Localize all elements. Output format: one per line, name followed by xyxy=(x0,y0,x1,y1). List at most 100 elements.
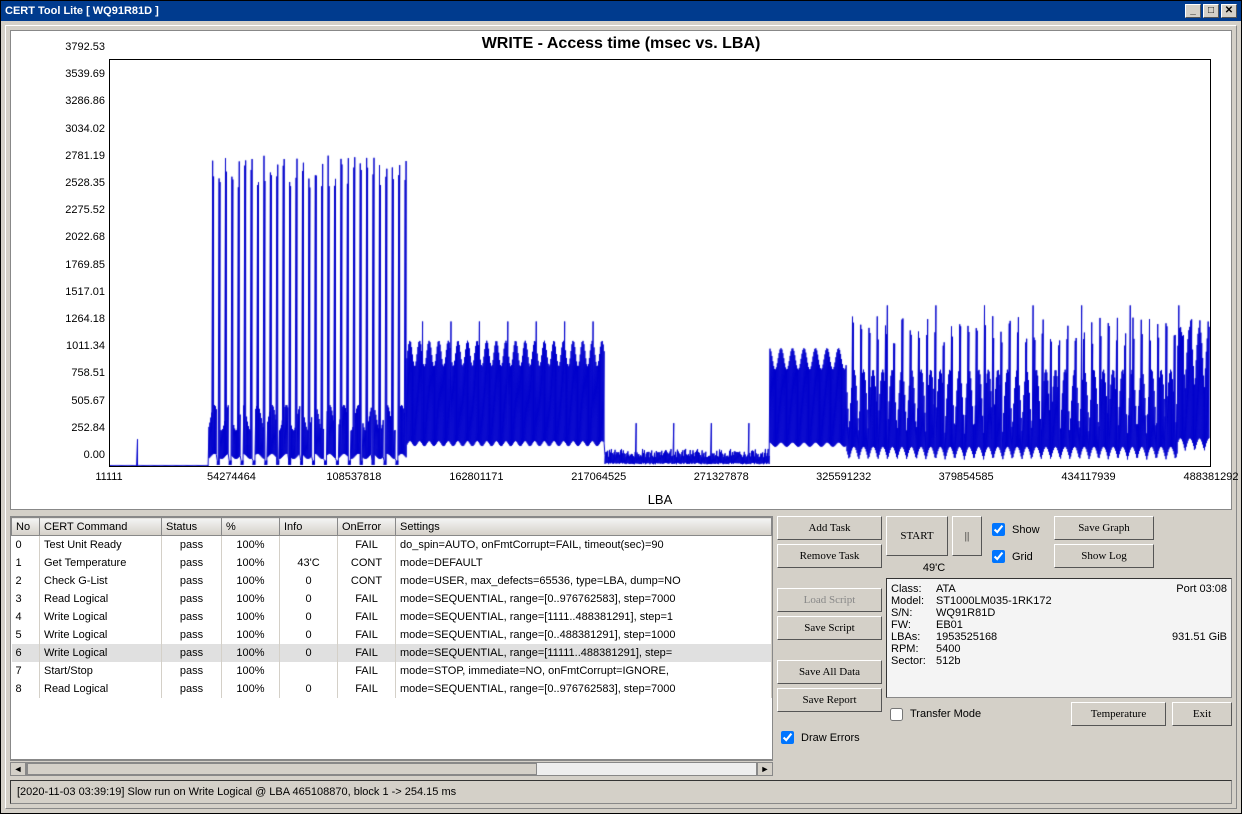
lower-panel: NoCERT CommandStatus%InfoOnErrorSettings… xyxy=(10,516,1232,776)
cell: 0 xyxy=(280,572,338,590)
table-row[interactable]: 3Read Logicalpass100%0FAILmode=SEQUENTIA… xyxy=(12,590,772,608)
cell: mode=STOP, immediate=NO, onFmtCorrupt=IG… xyxy=(396,662,772,680)
cell: CONT xyxy=(338,572,396,590)
cell: CONT xyxy=(338,554,396,572)
grid-checkbox[interactable]: Grid xyxy=(988,547,1048,566)
draw-errors-checkbox[interactable]: Draw Errors xyxy=(777,728,882,747)
x-tick: 54274464 xyxy=(207,471,256,483)
temperature-button[interactable]: Temperature xyxy=(1071,702,1166,726)
cell: 100% xyxy=(222,626,280,644)
x-tick: 271327878 xyxy=(694,471,749,483)
client-area: WRITE - Access time (msec vs. LBA) 0.002… xyxy=(5,25,1237,809)
cell: Get Temperature xyxy=(40,554,162,572)
table-row[interactable]: 5Write Logicalpass100%0FAILmode=SEQUENTI… xyxy=(12,626,772,644)
column-header[interactable]: No xyxy=(12,518,40,536)
cell: 100% xyxy=(222,536,280,554)
y-tick: 2781.19 xyxy=(65,150,105,162)
grid-input[interactable] xyxy=(992,550,1005,563)
y-tick: 3286.86 xyxy=(65,95,105,107)
add-task-button[interactable]: Add Task xyxy=(777,516,882,540)
cell: 3 xyxy=(12,590,40,608)
cell: 4 xyxy=(12,608,40,626)
x-axis-label: LBA xyxy=(109,492,1211,507)
cell: pass xyxy=(162,608,222,626)
y-axis: 0.00252.84505.67758.511011.341264.181517… xyxy=(11,59,107,467)
cell: 0 xyxy=(280,590,338,608)
command-panel: NoCERT CommandStatus%InfoOnErrorSettings… xyxy=(10,516,773,776)
x-tick: 434117939 xyxy=(1061,471,1115,483)
x-tick: 11111 xyxy=(95,471,122,483)
minimize-button[interactable]: _ xyxy=(1185,4,1201,18)
scroll-left-icon[interactable]: ◄ xyxy=(10,762,26,776)
save-report-button[interactable]: Save Report xyxy=(777,688,882,712)
table-body[interactable]: 0Test Unit Readypass100%FAILdo_spin=AUTO… xyxy=(12,536,772,698)
scroll-track[interactable] xyxy=(26,762,757,776)
cell: pass xyxy=(162,572,222,590)
cell: 2 xyxy=(12,572,40,590)
cell: 1 xyxy=(12,554,40,572)
table-row[interactable]: 6Write Logicalpass100%0FAILmode=SEQUENTI… xyxy=(12,644,772,662)
cell: pass xyxy=(162,626,222,644)
cell: 100% xyxy=(222,572,280,590)
y-tick: 1011.34 xyxy=(66,340,105,352)
cell: mode=USER, max_defects=65536, type=LBA, … xyxy=(396,572,772,590)
y-tick: 1517.01 xyxy=(65,286,105,298)
close-button[interactable]: ✕ xyxy=(1221,4,1237,18)
table-row[interactable]: 4Write Logicalpass100%0FAILmode=SEQUENTI… xyxy=(12,608,772,626)
y-tick: 3539.69 xyxy=(65,68,105,80)
remove-task-button[interactable]: Remove Task xyxy=(777,544,882,568)
maximize-button[interactable]: □ xyxy=(1203,4,1219,18)
chart-title: WRITE - Access time (msec vs. LBA) xyxy=(11,35,1231,53)
x-tick: 379854585 xyxy=(939,471,994,483)
draw-errors-input[interactable] xyxy=(781,731,794,744)
cell: 100% xyxy=(222,680,280,698)
table-row[interactable]: 0Test Unit Readypass100%FAILdo_spin=AUTO… xyxy=(12,536,772,554)
x-tick: 325591232 xyxy=(816,471,871,483)
show-checkbox[interactable]: Show xyxy=(988,520,1048,539)
start-button[interactable]: START xyxy=(886,516,948,556)
cell: Read Logical xyxy=(40,590,162,608)
cell: Write Logical xyxy=(40,644,162,662)
cell: FAIL xyxy=(338,680,396,698)
column-header[interactable]: % xyxy=(222,518,280,536)
cell: 100% xyxy=(222,554,280,572)
column-header[interactable]: OnError xyxy=(338,518,396,536)
cell: 43'C xyxy=(280,554,338,572)
command-table[interactable]: NoCERT CommandStatus%InfoOnErrorSettings… xyxy=(10,516,773,760)
x-axis: 1111154274464108537818162801171217064525… xyxy=(109,469,1211,509)
show-log-button[interactable]: Show Log xyxy=(1054,544,1154,568)
save-all-data-button[interactable]: Save All Data xyxy=(777,660,882,684)
transfer-mode-checkbox[interactable]: Transfer Mode xyxy=(886,705,981,724)
pause-button[interactable]: || xyxy=(952,516,982,556)
table-row[interactable]: 2Check G-Listpass100%0CONTmode=USER, max… xyxy=(12,572,772,590)
table-row[interactable]: 7Start/Stoppass100%FAILmode=STOP, immedi… xyxy=(12,662,772,680)
save-script-button[interactable]: Save Script xyxy=(777,616,882,640)
scroll-right-icon[interactable]: ► xyxy=(757,762,773,776)
column-header[interactable]: Info xyxy=(280,518,338,536)
titlebar: CERT Tool Lite [ WQ91R81D ] _ □ ✕ xyxy=(1,1,1241,21)
cell: Write Logical xyxy=(40,608,162,626)
transfer-mode-input[interactable] xyxy=(890,708,903,721)
table-row[interactable]: 1Get Temperaturepass100%43'CCONTmode=DEF… xyxy=(12,554,772,572)
cell: 0 xyxy=(280,626,338,644)
load-script-button[interactable]: Load Script xyxy=(777,588,882,612)
task-buttons: Add Task Remove Task Load Script Save Sc… xyxy=(777,516,882,776)
exit-button[interactable]: Exit xyxy=(1172,702,1232,726)
column-header[interactable]: Settings xyxy=(396,518,772,536)
cell: pass xyxy=(162,536,222,554)
horizontal-scrollbar[interactable]: ◄ ► xyxy=(10,760,773,776)
y-tick: 1264.18 xyxy=(65,313,105,325)
cell: 100% xyxy=(222,662,280,680)
column-header[interactable]: Status xyxy=(162,518,222,536)
cell: pass xyxy=(162,590,222,608)
show-input[interactable] xyxy=(992,523,1005,536)
cell: Check G-List xyxy=(40,572,162,590)
scroll-thumb[interactable] xyxy=(27,763,537,775)
cell xyxy=(280,662,338,680)
control-panel: Add Task Remove Task Load Script Save Sc… xyxy=(777,516,1232,776)
table-row[interactable]: 8Read Logicalpass100%0FAILmode=SEQUENTIA… xyxy=(12,680,772,698)
window-title: CERT Tool Lite [ WQ91R81D ] xyxy=(5,5,1183,17)
column-header[interactable]: CERT Command xyxy=(40,518,162,536)
x-tick: 217064525 xyxy=(571,471,626,483)
save-graph-button[interactable]: Save Graph xyxy=(1054,516,1154,540)
